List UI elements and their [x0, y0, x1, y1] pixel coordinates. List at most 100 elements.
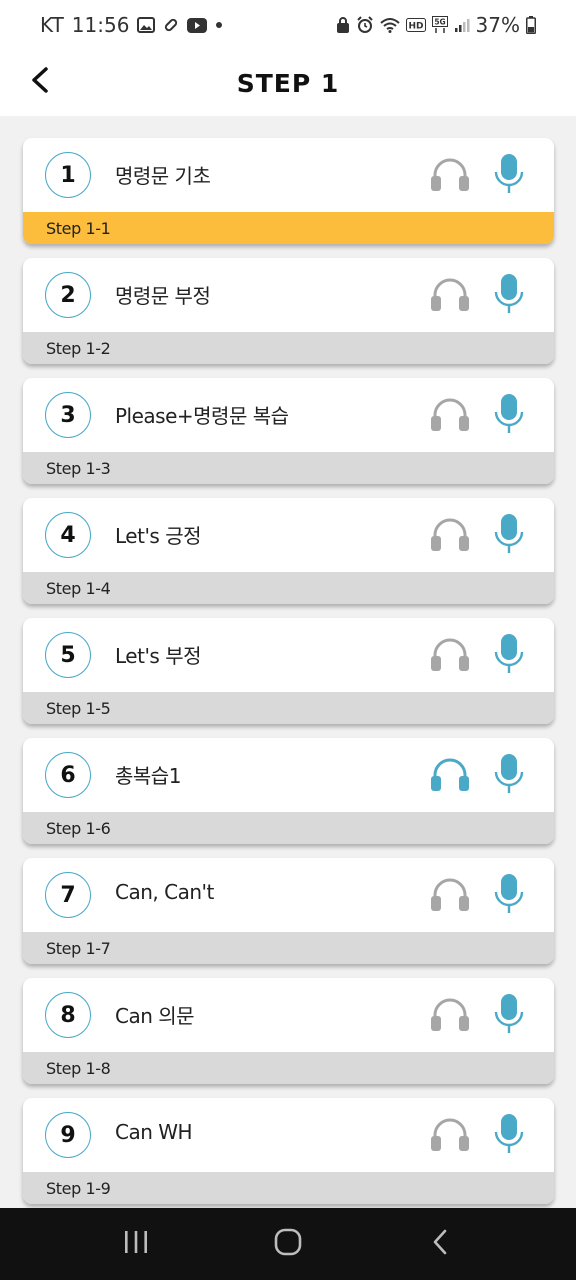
record-button[interactable] [489, 992, 529, 1040]
lesson-step-bar: Step 1-9 [23, 1172, 554, 1204]
headphone-icon [430, 276, 470, 316]
lesson-number: 5 [45, 632, 91, 678]
microphone-icon [494, 153, 524, 199]
record-button[interactable] [489, 1112, 529, 1160]
lesson-step-bar: Step 1-4 [23, 572, 554, 604]
clock-label: 11:56 [71, 13, 130, 37]
headphone-icon [430, 396, 470, 436]
listen-button[interactable] [427, 754, 473, 798]
lesson-card-body[interactable]: 1 명령문 기초 [23, 138, 554, 212]
lesson-card[interactable]: 4 Let's 긍정 Step 1-4 [23, 498, 554, 604]
status-bar: KT 11:56 HD 5G 37% [0, 0, 576, 50]
lesson-title: Can WH [115, 1120, 193, 1144]
lesson-card[interactable]: 8 Can 의문 Step 1-8 [23, 978, 554, 1084]
gallery-icon [137, 17, 156, 33]
microphone-icon [494, 273, 524, 319]
home-icon [274, 1228, 302, 1260]
system-nav-bar [0, 1208, 576, 1280]
record-button[interactable] [489, 512, 529, 560]
lesson-number-text: 5 [60, 642, 76, 668]
lesson-card-body[interactable]: 2 명령문 부정 [23, 258, 554, 332]
record-button[interactable] [489, 152, 529, 200]
youtube-icon [187, 17, 208, 33]
back-icon [431, 1228, 449, 1260]
lock-icon [336, 16, 350, 34]
lesson-number-text: 3 [60, 402, 76, 428]
lesson-number: 8 [45, 992, 91, 1038]
5g-icon: 5G [431, 16, 448, 34]
lesson-number-text: 9 [60, 1122, 76, 1148]
listen-button[interactable] [427, 154, 473, 198]
alarm-icon [356, 16, 374, 34]
record-button[interactable] [489, 872, 529, 920]
headphone-icon [430, 156, 470, 196]
lesson-number-text: 8 [60, 1002, 76, 1028]
lesson-step-label: Step 1-4 [46, 578, 111, 598]
lesson-card[interactable]: 7 Can, Can't Step 1-7 [23, 858, 554, 964]
lesson-title: Can, Can't [115, 880, 214, 904]
lesson-card[interactable]: 1 명령문 기초 Step 1-1 [23, 138, 554, 244]
lesson-step-bar: Step 1-6 [23, 812, 554, 844]
lesson-number-text: 7 [60, 882, 76, 908]
lesson-step-label: Step 1-2 [46, 338, 111, 358]
lesson-title: 총복습1 [115, 764, 181, 788]
lesson-title: Let's 부정 [115, 644, 202, 668]
lesson-step-bar: Step 1-8 [23, 1052, 554, 1084]
lesson-title: 명령문 기초 [115, 164, 211, 188]
listen-button[interactable] [427, 874, 473, 918]
lesson-card[interactable]: 3 Please+명령문 복습 Step 1-3 [23, 378, 554, 484]
lesson-title: Please+명령문 복습 [115, 404, 289, 428]
nav-home-button[interactable] [258, 1214, 318, 1274]
listen-button[interactable] [427, 634, 473, 678]
lesson-step-label: Step 1-5 [46, 698, 111, 718]
lesson-step-label: Step 1-3 [46, 458, 111, 478]
lesson-number: 3 [45, 392, 91, 438]
record-button[interactable] [489, 392, 529, 440]
record-button[interactable] [489, 752, 529, 800]
recents-icon [123, 1230, 149, 1258]
lesson-card-body[interactable]: 7 Can, Can't [23, 858, 554, 932]
carrier-label: KT [40, 13, 64, 37]
listen-button[interactable] [427, 1114, 473, 1158]
lesson-number-text: 6 [60, 762, 76, 788]
lesson-card[interactable]: 6 총복습1 Step 1-6 [23, 738, 554, 844]
nav-recents-button[interactable] [106, 1214, 166, 1274]
back-button[interactable] [18, 60, 62, 104]
chevron-left-icon [29, 66, 51, 98]
battery-icon [526, 16, 536, 34]
microphone-icon [494, 633, 524, 679]
lesson-card[interactable]: 2 명령문 부정 Step 1-2 [23, 258, 554, 364]
record-button[interactable] [489, 632, 529, 680]
lesson-number: 7 [45, 872, 91, 918]
lesson-title: Let's 긍정 [115, 524, 202, 548]
lesson-step-bar: Step 1-2 [23, 332, 554, 364]
microphone-icon [494, 393, 524, 439]
headphone-icon [430, 636, 470, 676]
nav-back-button[interactable] [410, 1214, 470, 1274]
lesson-number-text: 1 [60, 162, 76, 188]
lesson-card-body[interactable]: 6 총복습1 [23, 738, 554, 812]
record-button[interactable] [489, 272, 529, 320]
lesson-card[interactable]: 9 Can WH Step 1-9 [23, 1098, 554, 1204]
lesson-card-body[interactable]: 4 Let's 긍정 [23, 498, 554, 572]
status-left: KT 11:56 [40, 13, 223, 37]
listen-button[interactable] [427, 994, 473, 1038]
lesson-card-body[interactable]: 9 Can WH [23, 1098, 554, 1172]
app-bar: STEP 1 [0, 50, 576, 116]
lesson-step-label: Step 1-9 [46, 1178, 111, 1198]
lesson-number-text: 4 [60, 522, 76, 548]
lesson-card-body[interactable]: 5 Let's 부정 [23, 618, 554, 692]
wifi-icon [379, 17, 400, 33]
listen-button[interactable] [427, 514, 473, 558]
lesson-number: 1 [45, 152, 91, 198]
lesson-card-body[interactable]: 8 Can 의문 [23, 978, 554, 1052]
lesson-step-bar: Step 1-7 [23, 932, 554, 964]
lesson-number: 6 [45, 752, 91, 798]
listen-button[interactable] [427, 394, 473, 438]
hd-icon: HD [405, 18, 426, 32]
lesson-card[interactable]: 5 Let's 부정 Step 1-5 [23, 618, 554, 724]
listen-button[interactable] [427, 274, 473, 318]
lesson-card-body[interactable]: 3 Please+명령문 복습 [23, 378, 554, 452]
headphone-icon [430, 756, 470, 796]
headphone-icon [430, 996, 470, 1036]
